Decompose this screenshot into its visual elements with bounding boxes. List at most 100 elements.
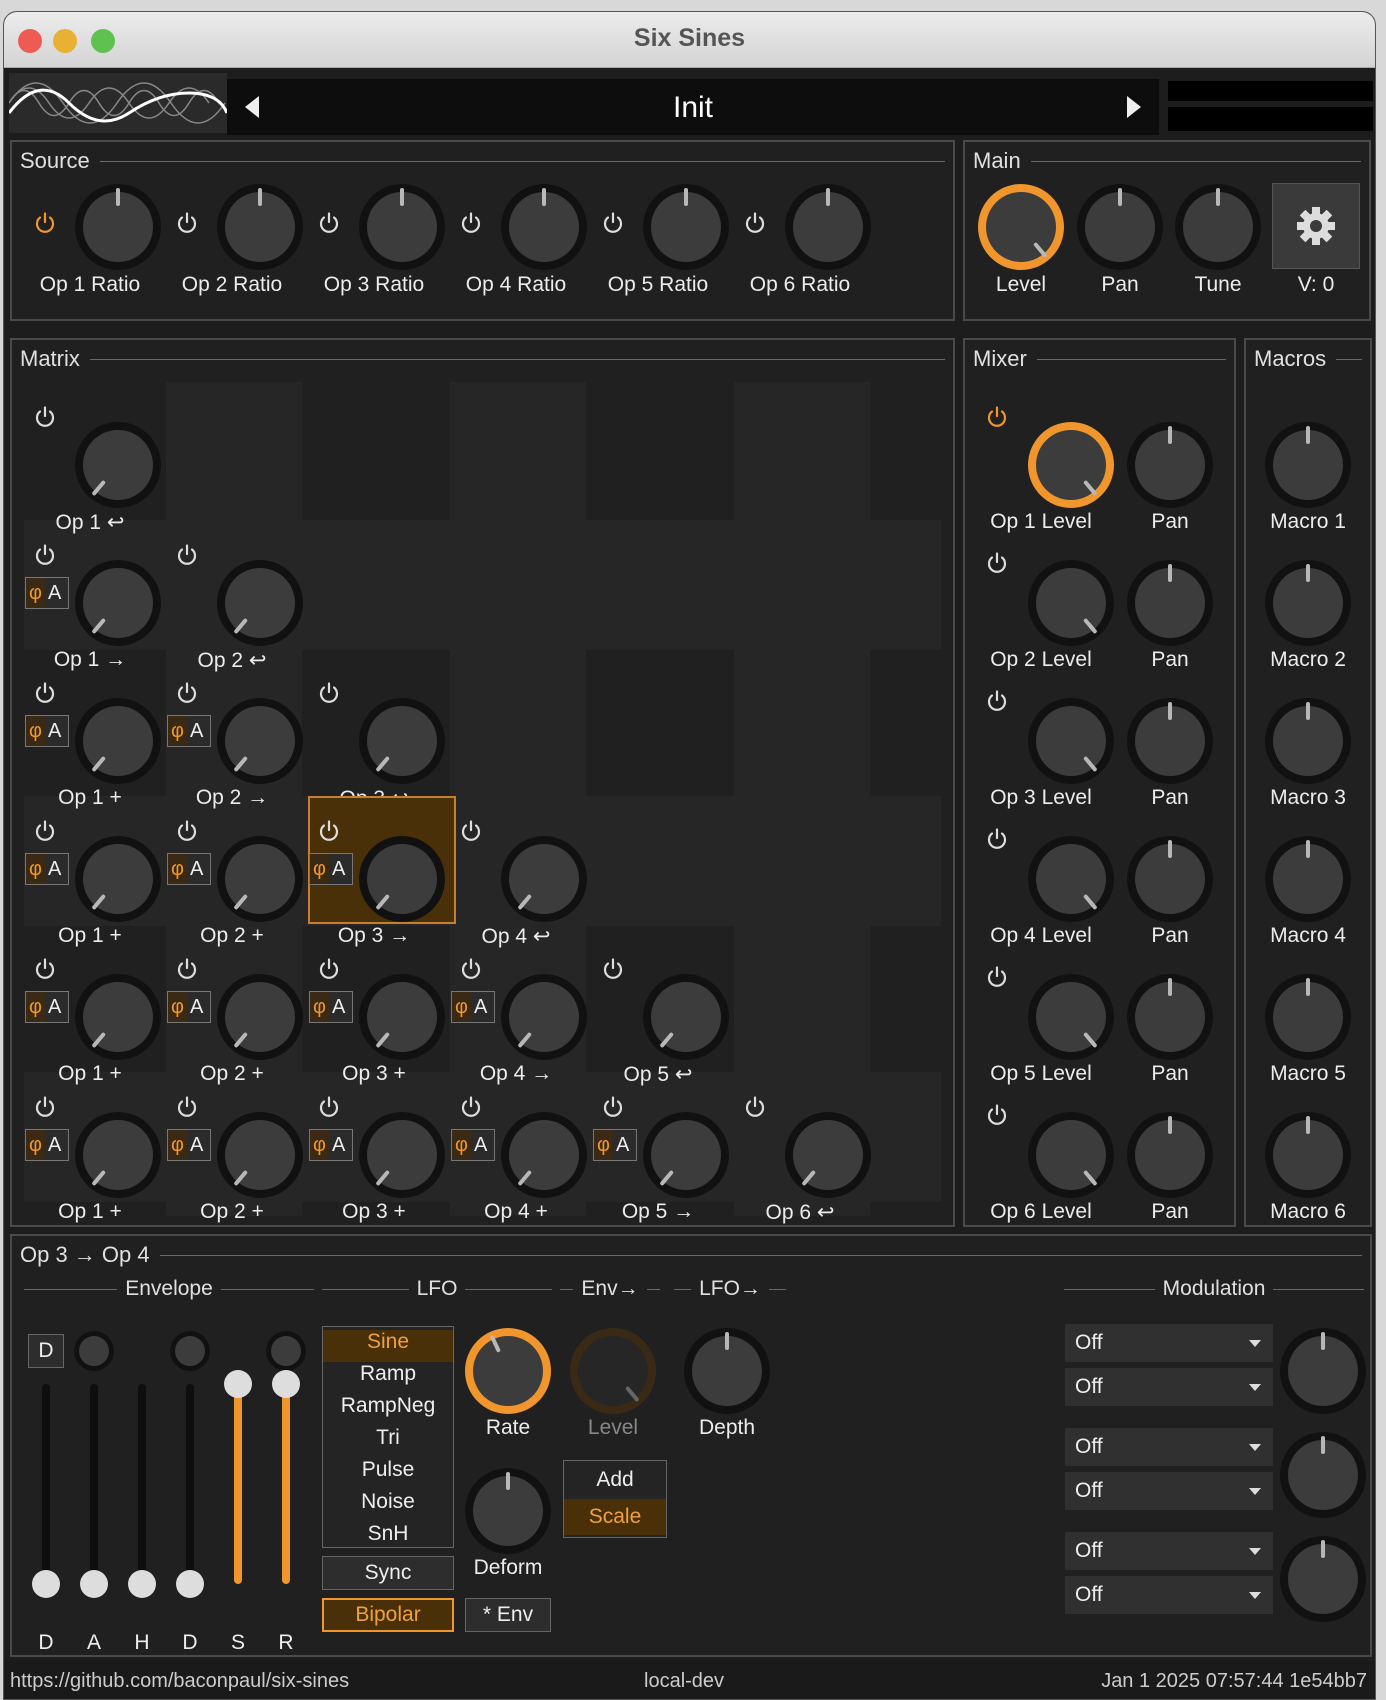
matrix-r3-c2-phase-amp-toggle[interactable]: φA	[167, 715, 211, 747]
op6-ratio-knob[interactable]	[785, 184, 871, 270]
matrix-r4-c2-phase-amp-toggle[interactable]: φA	[167, 853, 211, 885]
matrix-r6-c3-phase-amp-toggle[interactable]: φA	[309, 1129, 353, 1161]
delay-toggle-button[interactable]: D	[28, 1334, 64, 1368]
project-url[interactable]: https://github.com/baconpaul/six-sines	[10, 1670, 349, 1693]
matrix-r6-c5-power-icon[interactable]	[601, 1095, 625, 1119]
mixer-op4-pan-knob[interactable]	[1127, 836, 1213, 922]
env-d3-slider[interactable]	[176, 1384, 204, 1598]
macro-1-knob[interactable]	[1265, 422, 1351, 508]
source-op4-power-icon[interactable]	[459, 211, 483, 235]
env-s4-slider[interactable]	[224, 1370, 252, 1584]
matrix-r4-c2-power-icon[interactable]	[175, 819, 199, 843]
op2-ratio-knob[interactable]	[217, 184, 303, 270]
mixer-op6-power-icon[interactable]	[985, 1103, 1009, 1127]
matrix-r5-c3-power-icon[interactable]	[317, 957, 341, 981]
macro-4-knob[interactable]	[1265, 836, 1351, 922]
macro-3-knob[interactable]	[1265, 698, 1351, 784]
matrix-r6-c6-power-icon[interactable]	[743, 1095, 767, 1119]
mod-source-4-dropdown[interactable]: Off	[1065, 1472, 1273, 1510]
op1-ratio-knob[interactable]	[75, 184, 161, 270]
env-multiply-button[interactable]: * Env	[465, 1598, 551, 1632]
matrix-r5-c4-power-icon[interactable]	[459, 957, 483, 981]
env-hold-knob[interactable]	[170, 1331, 210, 1371]
mixer-op6-pan-knob[interactable]	[1127, 1112, 1213, 1198]
matrix-r2-c2-power-icon[interactable]	[175, 543, 199, 567]
mod-source-6-dropdown[interactable]: Off	[1065, 1576, 1273, 1614]
matrix-r6-c4-knob[interactable]	[501, 1112, 587, 1198]
matrix-r6-c1-power-icon[interactable]	[33, 1095, 57, 1119]
bipolar-button[interactable]: Bipolar	[322, 1598, 454, 1632]
matrix-r4-c4-power-icon[interactable]	[459, 819, 483, 843]
matrix-r5-c3-knob[interactable]	[359, 974, 445, 1060]
mixer-op3-level-knob[interactable]	[1028, 698, 1114, 784]
sync-button[interactable]: Sync	[322, 1556, 454, 1590]
lfo-shape-pulse[interactable]: Pulse	[323, 1458, 453, 1490]
env-level-knob[interactable]	[570, 1328, 656, 1414]
matrix-r1-c1-power-icon[interactable]	[33, 405, 57, 429]
preset-selector[interactable]: Init	[227, 79, 1159, 135]
main-level-knob[interactable]	[978, 184, 1064, 270]
matrix-r6-c5-phase-amp-toggle[interactable]: φA	[593, 1129, 637, 1161]
lfo-shape-rampneg[interactable]: RampNeg	[323, 1394, 453, 1426]
matrix-r6-c4-power-icon[interactable]	[459, 1095, 483, 1119]
env-delay-knob[interactable]	[74, 1331, 114, 1371]
main-pan-knob[interactable]	[1077, 184, 1163, 270]
matrix-r5-c2-phase-amp-toggle[interactable]: φA	[167, 991, 211, 1023]
matrix-r6-c4-phase-amp-toggle[interactable]: φA	[451, 1129, 495, 1161]
matrix-r5-c2-knob[interactable]	[217, 974, 303, 1060]
lfo-shape-snh[interactable]: SnH	[323, 1522, 453, 1554]
mod-depth-1-knob[interactable]	[1280, 1328, 1366, 1414]
mixer-op4-power-icon[interactable]	[985, 827, 1009, 851]
mixer-op2-power-icon[interactable]	[985, 551, 1009, 575]
matrix-r6-c2-knob[interactable]	[217, 1112, 303, 1198]
matrix-r6-c2-phase-amp-toggle[interactable]: φA	[167, 1129, 211, 1161]
matrix-r4-c4-knob[interactable]	[501, 836, 587, 922]
lfo-deform-knob[interactable]	[465, 1468, 551, 1554]
mixer-op1-level-knob[interactable]	[1028, 422, 1114, 508]
matrix-r5-c4-knob[interactable]	[501, 974, 587, 1060]
settings-button[interactable]	[1272, 183, 1360, 269]
matrix-r5-c1-knob[interactable]	[75, 974, 161, 1060]
matrix-r4-c1-phase-amp-toggle[interactable]: φA	[25, 853, 69, 885]
lfo-shape-ramp[interactable]: Ramp	[323, 1362, 453, 1394]
matrix-r6-c1-knob[interactable]	[75, 1112, 161, 1198]
next-preset-icon[interactable]	[1127, 96, 1141, 118]
lfo-rate-knob[interactable]	[465, 1328, 551, 1414]
matrix-r5-c4-phase-amp-toggle[interactable]: φA	[451, 991, 495, 1023]
env-d0-slider[interactable]	[32, 1384, 60, 1598]
mixer-op5-power-icon[interactable]	[985, 965, 1009, 989]
mod-depth-3-knob[interactable]	[1280, 1536, 1366, 1622]
mixer-op1-pan-knob[interactable]	[1127, 422, 1213, 508]
mod-source-3-dropdown[interactable]: Off	[1065, 1428, 1273, 1466]
preset-name[interactable]: Init	[227, 91, 1159, 125]
matrix-r6-c5-knob[interactable]	[643, 1112, 729, 1198]
matrix-r3-c1-knob[interactable]	[75, 698, 161, 784]
main-tune-knob[interactable]	[1175, 184, 1261, 270]
source-op1-power-icon[interactable]	[33, 211, 57, 235]
matrix-r4-c1-knob[interactable]	[75, 836, 161, 922]
matrix-r4-c3-phase-amp-toggle[interactable]: φA	[309, 853, 353, 885]
macro-2-knob[interactable]	[1265, 560, 1351, 646]
matrix-r2-c2-knob[interactable]	[217, 560, 303, 646]
macro-5-knob[interactable]	[1265, 974, 1351, 1060]
lfo-shape-noise[interactable]: Noise	[323, 1490, 453, 1522]
macro-6-knob[interactable]	[1265, 1112, 1351, 1198]
env-a1-slider[interactable]	[80, 1384, 108, 1598]
matrix-r4-c3-knob[interactable]	[359, 836, 445, 922]
matrix-r4-c1-power-icon[interactable]	[33, 819, 57, 843]
mixer-op3-pan-knob[interactable]	[1127, 698, 1213, 784]
matrix-r2-c1-phase-amp-toggle[interactable]: φA	[25, 577, 69, 609]
mixer-op3-power-icon[interactable]	[985, 689, 1009, 713]
mod-source-2-dropdown[interactable]: Off	[1065, 1368, 1273, 1406]
env-r5-slider[interactable]	[272, 1370, 300, 1584]
matrix-r4-c2-knob[interactable]	[217, 836, 303, 922]
op3-ratio-knob[interactable]	[359, 184, 445, 270]
lfo-shape-sine[interactable]: Sine	[323, 1330, 453, 1362]
mixer-op2-pan-knob[interactable]	[1127, 560, 1213, 646]
env-curve-knob[interactable]	[266, 1331, 306, 1371]
matrix-r5-c5-knob[interactable]	[643, 974, 729, 1060]
matrix-r5-c1-phase-amp-toggle[interactable]: φA	[25, 991, 69, 1023]
mod-source-1-dropdown[interactable]: Off	[1065, 1324, 1273, 1362]
mixer-op5-level-knob[interactable]	[1028, 974, 1114, 1060]
mixer-op6-level-knob[interactable]	[1028, 1112, 1114, 1198]
